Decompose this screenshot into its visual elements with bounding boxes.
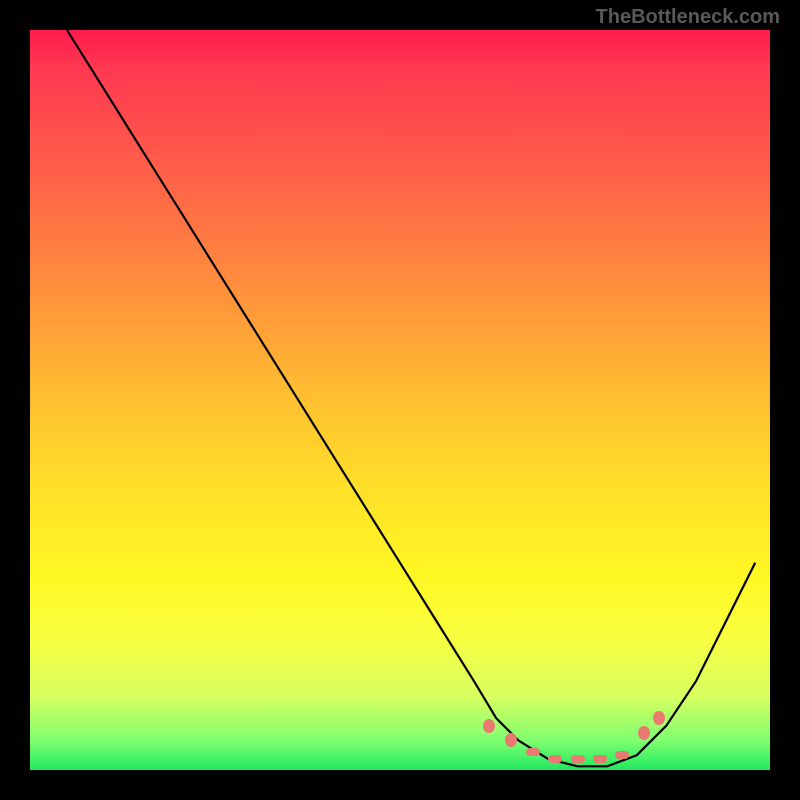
marker-dot (615, 751, 629, 759)
bottleneck-curve (30, 30, 770, 770)
marker-dot (593, 755, 607, 763)
marker-dot (638, 726, 650, 740)
marker-dot (526, 748, 540, 756)
watermark-text: TheBottleneck.com (596, 6, 780, 29)
marker-dot (483, 719, 495, 733)
marker-dot (653, 711, 665, 725)
marker-dot (571, 755, 585, 763)
marker-dot (548, 755, 562, 763)
marker-dot (505, 733, 517, 747)
chart-plot-area (30, 30, 770, 770)
